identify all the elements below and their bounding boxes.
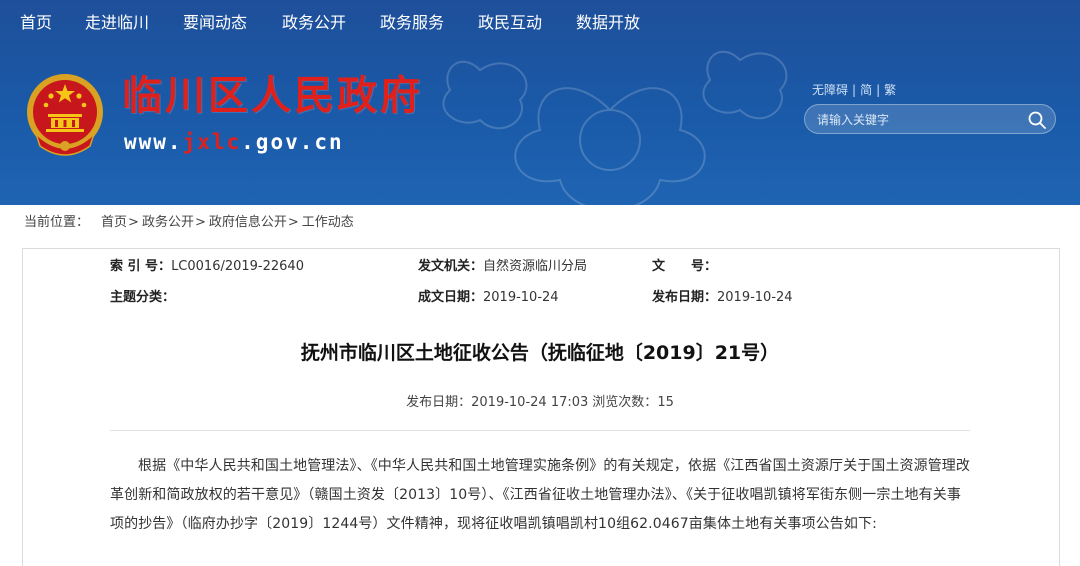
meta-index-label: 索 引 号： [110, 259, 172, 274]
nav-item-gov-affairs[interactable]: 政务公开 [282, 12, 346, 34]
nav-item-interaction[interactable]: 政民互动 [478, 12, 542, 34]
search-icon[interactable] [1027, 110, 1047, 130]
breadcrumb-info-disclosure[interactable]: 政府信息公开 [209, 215, 287, 230]
breadcrumb-separator: > [287, 215, 299, 230]
tools-separator: | [852, 83, 857, 97]
breadcrumb-separator: > [128, 215, 139, 230]
site-url-highlight: jxlc [182, 130, 242, 154]
breadcrumb-home[interactable]: 首页 [101, 215, 127, 230]
meta-issuer-value: 自然资源临川分局 [483, 259, 588, 274]
main-nav: 首页 走进临川 要闻动态 政务公开 政务服务 政民互动 数据开放 [0, 0, 1080, 48]
meta-index-value: LC0016/2019-22640 [171, 259, 304, 274]
breadcrumb-work-news[interactable]: 工作动态 [302, 215, 354, 230]
breadcrumb-gov-affairs[interactable]: 政务公开 [142, 215, 194, 230]
meta-published-date: 发布日期：2019-10-24 [652, 289, 793, 307]
meta-topic: 主题分类： [110, 289, 175, 307]
meta-published-label: 发布日期： [652, 290, 718, 305]
national-emblem-icon [27, 74, 103, 156]
accessibility-tools: 无障碍 | 简 | 繁 [812, 82, 896, 98]
search-box [804, 104, 1056, 134]
nav-item-news[interactable]: 要闻动态 [183, 12, 247, 34]
breadcrumb: 当前位置： 首页> 政务公开> 政府信息公开> 工作动态 [24, 214, 354, 232]
site-header: 首页 走进临川 要闻动态 政务公开 政务服务 政民互动 数据开放 临川区人民政府… [0, 0, 1080, 205]
site-url-prefix: www. [124, 130, 183, 154]
site-title: 临川区人民政府 [122, 72, 423, 119]
view-count: 15 [657, 395, 674, 410]
simplified-chinese-link[interactable]: 简 [860, 83, 872, 97]
search-input[interactable] [817, 109, 1017, 131]
title-divider [110, 430, 970, 431]
meta-created-value: 2019-10-24 [483, 290, 559, 305]
nav-item-open-data[interactable]: 数据开放 [576, 12, 640, 34]
pub-date-label: 发布日期： [406, 395, 472, 410]
article-publish-info: 发布日期：2019-10-24 17:03 浏览次数：15 [0, 394, 1080, 412]
breadcrumb-label: 当前位置： [24, 215, 90, 230]
breadcrumb-separator: > [194, 215, 206, 230]
meta-issuer-label: 发文机关： [418, 259, 484, 274]
article-title: 抚州市临川区土地征收公告（抚临征地〔2019〕21号） [300, 342, 780, 364]
meta-docno-label: 文 号： [652, 259, 718, 274]
meta-issuer: 发文机关：自然资源临川分局 [418, 258, 587, 276]
pub-datetime: 2019-10-24 17:03 [471, 395, 589, 410]
traditional-chinese-link[interactable]: 繁 [884, 83, 896, 97]
view-count-label: 浏览次数： [592, 395, 658, 410]
tools-separator: | [876, 83, 881, 97]
meta-doc-number: 文 号： [652, 258, 717, 276]
meta-created-label: 成文日期： [418, 290, 484, 305]
article-body: 根据《中华人民共和国土地管理法》、《中华人民共和国土地管理实施条例》的有关规定，… [110, 458, 970, 532]
site-url: www.jxlc.gov.cn [124, 128, 344, 156]
meta-created-date: 成文日期：2019-10-24 [418, 289, 559, 307]
flower-pattern-decoration [442, 50, 788, 205]
nav-item-home[interactable]: 首页 [20, 12, 52, 34]
site-url-suffix: .gov.cn [241, 130, 344, 154]
meta-topic-label: 主题分类： [110, 290, 176, 305]
meta-published-value: 2019-10-24 [717, 290, 793, 305]
nav-item-services[interactable]: 政务服务 [380, 12, 444, 34]
meta-index-number: 索 引 号：LC0016/2019-22640 [110, 258, 304, 276]
nav-item-about[interactable]: 走进临川 [85, 12, 149, 34]
accessibility-link[interactable]: 无障碍 [812, 83, 848, 97]
